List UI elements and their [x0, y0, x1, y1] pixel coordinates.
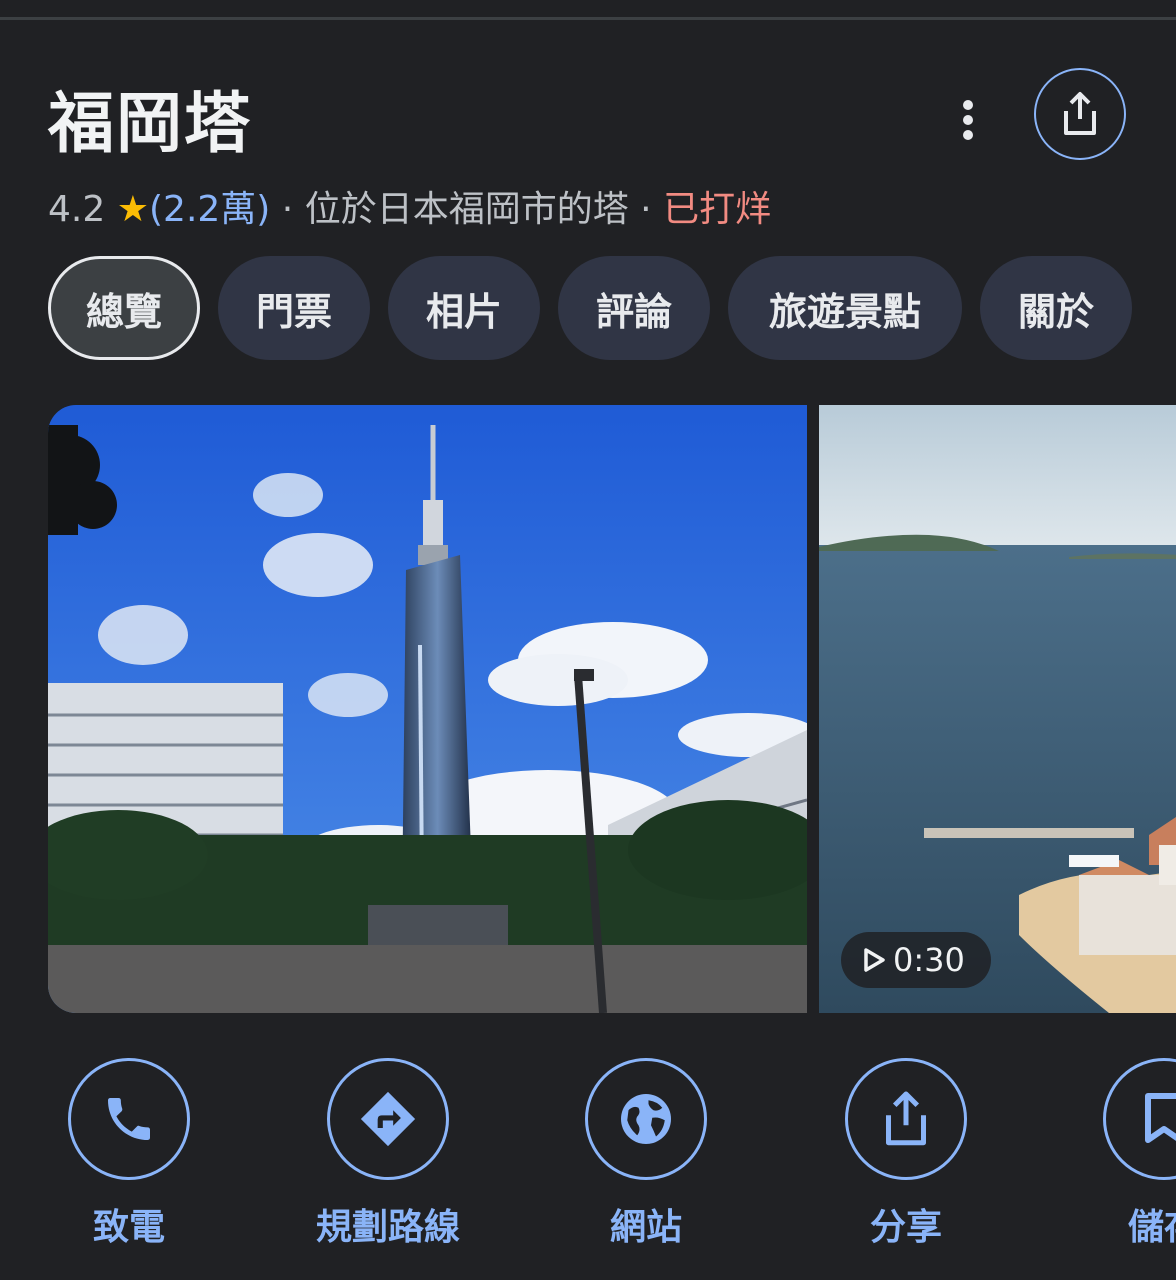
call-button[interactable]	[68, 1058, 190, 1180]
dot	[963, 130, 973, 140]
review-count[interactable]: (2.2萬)	[149, 189, 270, 230]
tab-about[interactable]: 關於	[980, 256, 1132, 360]
separator: ·	[640, 189, 652, 230]
bay-video-image	[819, 405, 1176, 1013]
play-icon	[864, 948, 885, 972]
share-button[interactable]	[845, 1058, 967, 1180]
tab-tickets[interactable]: 門票	[218, 256, 370, 360]
website-action[interactable]: 網站	[531, 1058, 761, 1250]
bookmark-icon	[1145, 1093, 1176, 1143]
rating-value: 4.2	[48, 189, 106, 230]
place-title: 福岡塔	[48, 85, 252, 162]
share-icon	[1064, 92, 1096, 135]
star-icon: ★	[116, 189, 149, 230]
video-duration-badge: 0:30	[841, 932, 991, 988]
save-button[interactable]	[1103, 1058, 1176, 1180]
dot	[963, 115, 973, 125]
directions-action[interactable]: 規劃路線	[273, 1058, 503, 1250]
open-status[interactable]: 已打烊	[663, 189, 771, 230]
photo-carousel[interactable]: 0:30	[48, 405, 1176, 1013]
phone-icon	[108, 1098, 150, 1140]
tab-attractions[interactable]: 旅遊景點	[728, 256, 962, 360]
drag-handle[interactable]	[0, 17, 1176, 20]
share-button-top[interactable]	[1034, 68, 1126, 160]
place-category: 位於日本福岡市的塔	[304, 189, 629, 230]
tab-photos[interactable]: 相片	[388, 256, 540, 360]
website-label: 網站	[609, 1207, 682, 1248]
save-action[interactable]: 儲存	[1049, 1058, 1176, 1250]
video-duration: 0:30	[893, 941, 965, 979]
call-action[interactable]: 致電	[14, 1058, 244, 1250]
directions-label: 規劃路線	[315, 1207, 460, 1248]
globe-icon	[621, 1094, 671, 1144]
place-subtitle: 4.2 ★(2.2萬) · 位於日本福岡市的塔 · 已打烊	[48, 180, 771, 232]
share-icon	[886, 1091, 926, 1146]
tower-photo[interactable]	[48, 405, 807, 1013]
tower-photo-image	[48, 405, 807, 1013]
directions-button[interactable]	[327, 1058, 449, 1180]
website-button[interactable]	[585, 1058, 707, 1180]
tab-reviews[interactable]: 評論	[558, 256, 710, 360]
separator: ·	[281, 189, 294, 230]
more-options-button[interactable]	[948, 96, 988, 144]
dot	[963, 100, 973, 110]
tab-bar: 總覽 門票 相片 評論 旅遊景點 關於	[48, 256, 1132, 360]
share-action[interactable]: 分享	[791, 1058, 1021, 1250]
directions-icon	[360, 1091, 416, 1147]
call-label: 致電	[92, 1207, 165, 1248]
tab-overview[interactable]: 總覽	[48, 256, 200, 360]
save-label: 儲存	[1127, 1207, 1176, 1248]
video-thumbnail[interactable]: 0:30	[819, 405, 1176, 1013]
action-bar: 致電 規劃路線 網站 分享 儲	[0, 1058, 1176, 1280]
share-label: 分享	[869, 1207, 942, 1248]
